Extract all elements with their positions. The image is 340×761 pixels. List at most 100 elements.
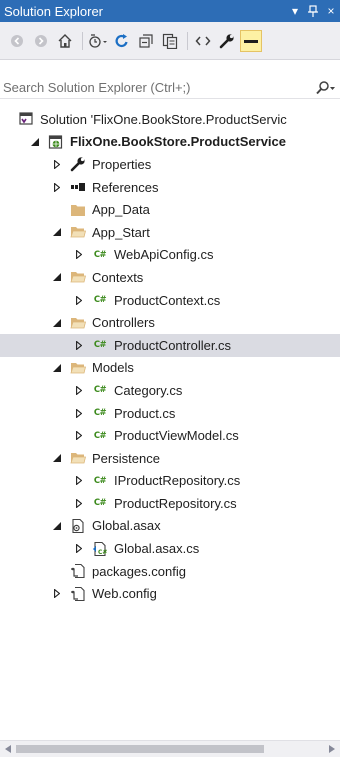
tree-item[interactable]: C# ProductRepository.cs <box>0 492 340 515</box>
collapsed-arrow-icon[interactable] <box>52 589 62 599</box>
refresh-button[interactable] <box>111 30 133 52</box>
tree-item[interactable]: C# Product.cs <box>0 402 340 425</box>
tree-item[interactable]: App_Data <box>0 198 340 221</box>
collapsed-arrow-icon[interactable] <box>74 544 84 554</box>
tree-item[interactable]: Persistence <box>0 447 340 470</box>
csharp-file-icon: C# <box>93 408 107 419</box>
scroll-left-icon[interactable] <box>3 744 13 754</box>
search-input[interactable] <box>3 80 314 95</box>
collapsed-arrow-icon[interactable] <box>74 340 84 350</box>
tree-item-label: Global.asax.cs <box>114 541 200 557</box>
expanded-arrow-icon[interactable] <box>52 227 62 237</box>
expanded-arrow-icon[interactable] <box>52 272 62 282</box>
expanded-arrow-icon[interactable] <box>52 318 62 328</box>
collapsed-arrow-icon[interactable] <box>52 182 62 192</box>
tree-item-label: Persistence <box>92 450 160 466</box>
collapsed-arrow-icon[interactable] <box>74 408 84 418</box>
scrollbar-thumb[interactable] <box>16 745 264 753</box>
window-menu-dropdown-icon[interactable]: ▾ <box>286 2 304 20</box>
tree-item-label: FlixOne.BookStore.ProductService <box>70 134 287 150</box>
tree-item[interactable]: C# Category.cs <box>0 379 340 402</box>
asax-cs-icon: C# <box>92 541 108 557</box>
tree-item[interactable]: Global.asax <box>0 515 340 538</box>
properties-button[interactable] <box>216 30 238 52</box>
tree-item-label: ProductController.cs <box>114 337 232 353</box>
tree-item-label: Solution 'FlixOne.BookStore.ProductServi… <box>40 111 287 127</box>
collapse-all-button[interactable] <box>135 30 157 52</box>
tree-item[interactable]: C# ProductViewModel.cs <box>0 424 340 447</box>
show-all-files-button[interactable] <box>159 30 181 52</box>
tree-item[interactable]: App_Start <box>0 221 340 244</box>
folder-open-icon <box>70 269 86 285</box>
home-button[interactable] <box>54 30 76 52</box>
forward-button[interactable] <box>30 30 52 52</box>
tree-item[interactable]: C# Global.asax.cs <box>0 537 340 560</box>
pending-changes-filter-button[interactable] <box>87 30 109 52</box>
wrench-icon <box>219 33 234 48</box>
expanded-arrow-icon[interactable] <box>52 363 62 373</box>
tree-item[interactable]: Contexts <box>0 266 340 289</box>
references-icon <box>70 179 86 195</box>
scroll-right-icon[interactable] <box>327 744 337 754</box>
solution-tree: Solution 'FlixOne.BookStore.ProductServi… <box>0 108 340 605</box>
csharp-file-icon: C# <box>93 249 107 260</box>
csharp-file-icon: C# <box>93 498 107 509</box>
search-bar <box>0 77 340 99</box>
tree-item[interactable]: C# ProductController.cs <box>0 333 340 357</box>
refresh-icon <box>115 33 128 47</box>
tree-item-label: Web.config <box>92 586 157 602</box>
tree-item-label: WebApiConfig.cs <box>114 247 214 263</box>
project-icon <box>48 134 64 150</box>
svg-text:C#: C# <box>98 549 107 556</box>
csharp-file-icon: C# <box>93 385 107 396</box>
back-icon <box>11 34 23 47</box>
tree-item-label: App_Data <box>92 202 150 218</box>
tree-item-label: ProductContext.cs <box>114 292 221 308</box>
preview-selected-items-button[interactable] <box>240 29 262 52</box>
collapsed-arrow-icon[interactable] <box>74 476 84 486</box>
close-icon[interactable]: × <box>322 2 340 20</box>
collapsed-arrow-icon[interactable] <box>74 250 84 260</box>
toolbar <box>0 22 340 60</box>
folder-open-icon <box>70 450 86 466</box>
csharp-file-icon: C# <box>93 340 107 351</box>
tree-item[interactable]: Solution 'FlixOne.BookStore.ProductServi… <box>0 108 340 131</box>
view-code-button[interactable] <box>192 30 214 52</box>
asax-icon <box>70 518 86 534</box>
tree-item[interactable]: C# IProductRepository.cs <box>0 470 340 493</box>
folder-open-icon <box>70 224 86 240</box>
window-title: Solution Explorer <box>4 3 103 19</box>
tree-item[interactable]: FlixOne.BookStore.ProductService <box>0 131 340 154</box>
expanded-arrow-icon[interactable] <box>30 137 40 147</box>
folder-open-icon <box>70 360 86 376</box>
tree-item-label: Properties <box>92 156 152 172</box>
tree-item-label: ProductViewModel.cs <box>114 428 239 444</box>
toolbar-separator <box>82 31 83 50</box>
collapsed-arrow-icon[interactable] <box>74 498 84 508</box>
horizontal-scrollbar[interactable] <box>0 740 340 757</box>
tree-item-label: Category.cs <box>114 382 183 398</box>
collapsed-arrow-icon[interactable] <box>74 431 84 441</box>
tree-item[interactable]: Models <box>0 357 340 380</box>
solution-icon <box>18 111 34 127</box>
collapsed-arrow-icon[interactable] <box>74 295 84 305</box>
collapsed-arrow-icon[interactable] <box>74 385 84 395</box>
expanded-arrow-icon[interactable] <box>52 521 62 531</box>
tree-item[interactable]: References <box>0 176 340 199</box>
tree-item[interactable]: C# WebApiConfig.cs <box>0 244 340 267</box>
tree-item-label: Contexts <box>92 269 144 285</box>
csharp-file-icon: C# <box>93 430 107 441</box>
tree-item-label: Controllers <box>92 315 155 331</box>
folder-open-icon <box>70 315 86 331</box>
tree-item[interactable]: packages.config <box>0 560 340 583</box>
tree-item[interactable]: C# ProductContext.cs <box>0 289 340 312</box>
back-button[interactable] <box>6 30 28 52</box>
show-all-files-icon <box>162 33 178 49</box>
tree-item[interactable]: Properties <box>0 153 340 176</box>
tree-item[interactable]: Controllers <box>0 311 340 334</box>
collapsed-arrow-icon[interactable] <box>52 159 62 169</box>
tree-item[interactable]: Web.config <box>0 582 340 605</box>
search-icon[interactable] <box>314 80 336 95</box>
expanded-arrow-icon[interactable] <box>52 453 62 463</box>
pin-icon[interactable] <box>304 2 322 20</box>
